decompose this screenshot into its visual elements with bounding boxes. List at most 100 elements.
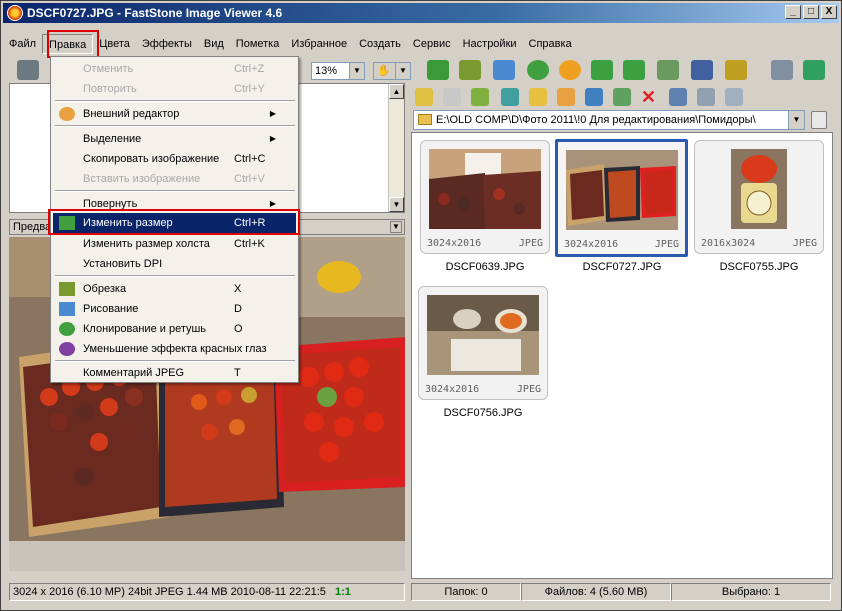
ratio-label[interactable]: 1:1 [335, 586, 351, 598]
clone-icon[interactable] [527, 60, 549, 80]
menu-item-external-editor[interactable]: Внешний редактор ▶ [53, 104, 296, 124]
menu-item-copy-image[interactable]: Скопировать изображение Ctrl+C [53, 149, 296, 169]
scroll-down-button[interactable]: ▼ [389, 197, 404, 212]
chevron-down-icon: ▼ [395, 63, 410, 79]
crop-icon [59, 282, 75, 296]
menu-help[interactable]: Справка [523, 34, 578, 54]
thumbnail-dims: 3024x2016 [427, 238, 482, 249]
scroll-up-button[interactable]: ▲ [389, 84, 404, 99]
camera-icon[interactable] [17, 60, 39, 80]
menu-file[interactable]: Файл [3, 34, 42, 54]
list-view-icon[interactable] [771, 60, 793, 80]
title-bar: DSCF0727.JPG - FastStone Image Viewer 4.… [3, 3, 839, 23]
draw-icon[interactable] [493, 60, 515, 80]
menu-separator [55, 100, 295, 102]
sun-icon[interactable] [559, 60, 581, 80]
hand-tool-select[interactable]: ✋ ▼ [373, 62, 411, 80]
preview-label: Предва [13, 221, 52, 233]
submenu-arrow-icon: ▶ [269, 109, 276, 118]
browser-status: Папок: 0 Файлов: 4 (5.60 MB) Выбрано: 1 [411, 583, 831, 601]
delete-icon[interactable]: ✕ [641, 88, 659, 106]
zoom-value: 13% [315, 65, 338, 77]
rotate-right-icon[interactable] [623, 60, 645, 80]
thumbnail-image [429, 149, 541, 229]
menu-item-crop[interactable]: Обрезка X [53, 279, 296, 299]
thumbnail-dims: 3024x2016 [425, 384, 480, 395]
copy-to-icon[interactable] [585, 88, 603, 106]
menu-item-selection[interactable]: Выделение ▶ [53, 129, 296, 149]
new-folder-icon[interactable] [529, 88, 547, 106]
back-icon[interactable] [415, 88, 433, 106]
crop-icon[interactable] [459, 60, 481, 80]
menu-tag[interactable]: Пометка [230, 34, 286, 54]
red-eye-icon [59, 342, 75, 356]
window-title: DSCF0727.JPG - FastStone Image Viewer 4.… [27, 6, 283, 20]
compare-icon[interactable] [657, 60, 679, 80]
up-folder-icon[interactable] [471, 88, 489, 106]
thumbnail-card[interactable]: 3024x2016 JPEG [420, 140, 550, 254]
menu-item-redo[interactable]: Повторить Ctrl+Y [53, 79, 296, 99]
hand-icon: ✋ [377, 65, 391, 77]
recycle-bin-icon[interactable] [811, 111, 827, 129]
import-icon[interactable] [427, 60, 449, 80]
thumbnail-filename[interactable]: DSCF0727.JPG [557, 261, 687, 273]
thumbnails-view-icon[interactable] [669, 88, 687, 106]
menu-favorites[interactable]: Избранное [285, 34, 353, 54]
menu-settings[interactable]: Настройки [457, 34, 523, 54]
menu-item-paste-image[interactable]: Вставить изображение Ctrl+V [53, 169, 296, 189]
list-icon[interactable] [725, 88, 743, 106]
fullscreen-icon[interactable] [803, 60, 825, 80]
rotate-left-icon[interactable] [591, 60, 613, 80]
thumbnail-dims: 2016x3024 [701, 238, 756, 249]
maximize-button[interactable]: □ [803, 5, 819, 19]
screen-icon[interactable] [725, 60, 747, 80]
minimize-button[interactable]: _ [785, 5, 801, 19]
thumbnail-card[interactable]: 3024x2016 JPEG [418, 286, 548, 400]
menu-item-canvas-size[interactable]: Изменить размер холста Ctrl+K [53, 234, 296, 254]
menu-item-set-dpi[interactable]: Установить DPI [53, 254, 296, 274]
folder-icon [418, 114, 432, 125]
slideshow-icon[interactable] [691, 60, 713, 80]
favorites-icon[interactable] [557, 88, 575, 106]
menu-create[interactable]: Создать [353, 34, 407, 54]
forward-icon[interactable] [443, 88, 461, 106]
thumbnail-filename[interactable]: DSCF0639.JPG [420, 261, 550, 273]
thumbnail-format: JPEG [792, 238, 817, 249]
thumbnail-card-selected[interactable]: 3024x2016 JPEG [555, 139, 688, 257]
app-icon [7, 5, 23, 21]
thumbnail-dims: 3024x2016 [564, 239, 619, 250]
thumbnail-browser: 3024x2016 JPEG DSCF0639.JPG 3024x2016 JP… [411, 132, 833, 579]
menu-item-draw[interactable]: Рисование D [53, 299, 296, 319]
menu-tools[interactable]: Сервис [407, 34, 457, 54]
menu-effects[interactable]: Эффекты [136, 34, 198, 54]
menu-colors[interactable]: Цвета [93, 34, 136, 54]
menu-separator [55, 275, 295, 277]
close-button[interactable]: X [821, 5, 837, 19]
thumbnail-card[interactable]: 2016x3024 JPEG [694, 140, 824, 254]
menu-item-jpeg-comment[interactable]: Комментарий JPEG T [53, 363, 296, 383]
selected-count: Выбрано: 1 [671, 583, 831, 601]
chevron-down-icon: ▼ [349, 63, 364, 79]
folders-count: Папок: 0 [411, 583, 521, 601]
details-view-icon[interactable] [697, 88, 715, 106]
chevron-down-icon[interactable]: ▼ [788, 111, 804, 129]
thumbnail-filename[interactable]: DSCF0755.JPG [694, 261, 824, 273]
folder-path-select[interactable]: E:\OLD COMP\D\Фото 2011\!0 Для редактиро… [413, 110, 805, 130]
image-info-text: 3024 x 2016 (6.10 MP) 24bit JPEG 1.44 MB… [13, 586, 326, 598]
image-info-status: 3024 x 2016 (6.10 MP) 24bit JPEG 1.44 MB… [9, 583, 405, 601]
zoom-select[interactable]: 13% ▼ [311, 62, 365, 80]
resize-highlight-annotation [48, 209, 300, 235]
menu-item-clone-retouch[interactable]: Клонирование и ретушь O [53, 319, 296, 339]
menu-view[interactable]: Вид [198, 34, 230, 54]
chevron-down-icon[interactable]: ▼ [390, 221, 402, 233]
thumbnail-filename[interactable]: DSCF0756.JPG [418, 407, 548, 419]
clone-icon [59, 322, 75, 336]
menu-separator [55, 125, 295, 127]
menu-item-undo[interactable]: Отменить Ctrl+Z [53, 59, 296, 79]
menu-item-red-eye[interactable]: Уменьшение эффекта красных глаз [53, 339, 296, 359]
folder-tree-scrollbar[interactable]: ▲ ▼ [388, 84, 404, 212]
move-to-icon[interactable] [613, 88, 631, 106]
app-window: DSCF0727.JPG - FastStone Image Viewer 4.… [0, 0, 842, 611]
refresh-icon[interactable] [501, 88, 519, 106]
thumbnail-image [566, 150, 678, 230]
